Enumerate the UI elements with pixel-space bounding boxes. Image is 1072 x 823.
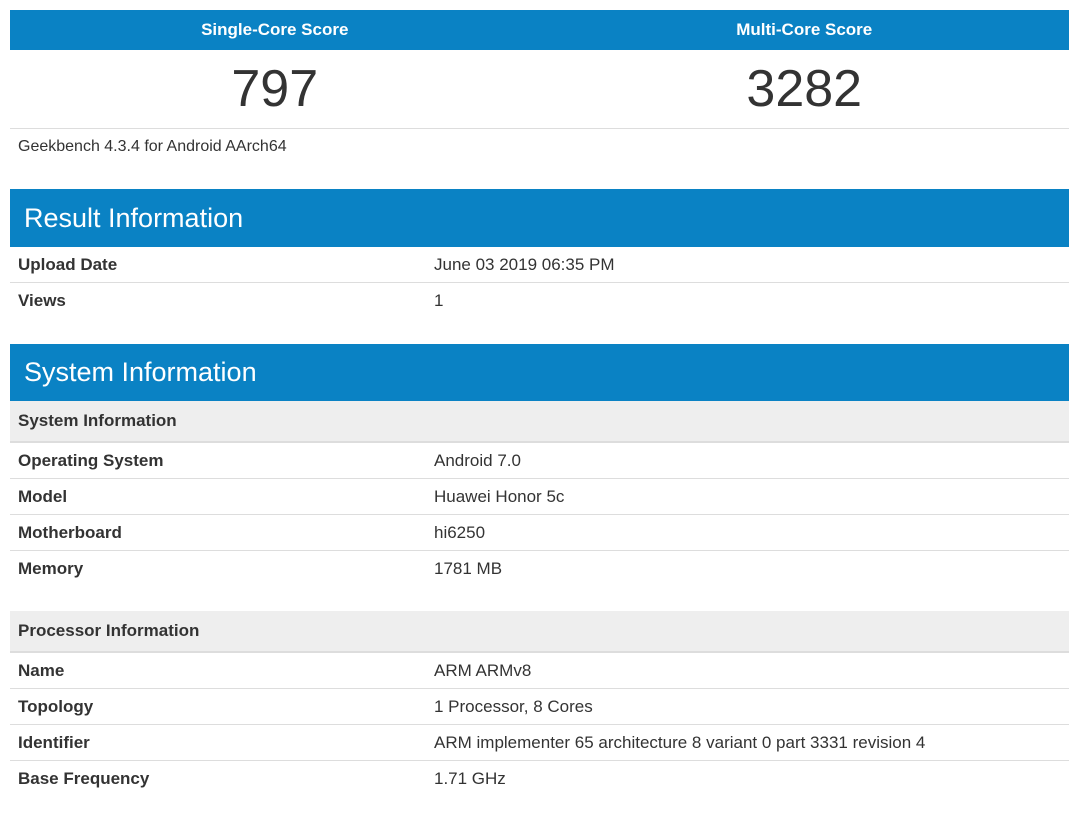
table-row: Name ARM ARMv8 [10, 653, 1069, 689]
table-row: Operating System Android 7.0 [10, 443, 1069, 479]
row-key: Memory [18, 558, 84, 578]
multi-core-score-label: Multi-Core Score [736, 20, 873, 39]
row-value: Android 7.0 [434, 450, 521, 470]
row-key: Base Frequency [18, 768, 150, 788]
table-row: Topology 1 Processor, 8 Cores [10, 689, 1069, 725]
row-value: ARM implementer 65 architecture 8 varian… [434, 732, 926, 752]
processor-information-section: Processor Information Name ARM ARMv8 Top… [10, 611, 1069, 796]
multi-core-score-value: 3282 [746, 60, 863, 118]
row-key: Identifier [18, 732, 90, 752]
benchmark-version: Geekbench 4.3.4 for Android AArch64 [18, 138, 287, 155]
row-value: Huawei Honor 5c [434, 486, 565, 506]
table-row: Identifier ARM implementer 65 architectu… [10, 725, 1069, 761]
table-row: Views 1 [10, 283, 1069, 318]
row-value: 1781 MB [434, 558, 503, 578]
row-value: 1 [434, 290, 444, 310]
result-information-section: Result Information Upload Date June 03 2… [10, 189, 1069, 318]
system-information-subheader: System Information [10, 401, 1069, 443]
row-key: Views [18, 290, 66, 310]
table-row: Model Huawei Honor 5c [10, 479, 1069, 515]
row-key: Operating System [18, 450, 164, 470]
table-row: Motherboard hi6250 [10, 515, 1069, 551]
single-core-score-value: 797 [231, 60, 319, 118]
row-value: hi6250 [434, 522, 486, 542]
system-information-title: System Information [10, 344, 1069, 401]
result-information-title: Result Information [10, 189, 1069, 247]
single-core-score-label: Single-Core Score [201, 20, 349, 39]
table-row: Memory 1781 MB [10, 551, 1069, 586]
row-key: Model [18, 486, 68, 506]
system-information-section: System Information System Information Op… [10, 344, 1069, 586]
row-key: Motherboard [18, 522, 122, 542]
processor-information-subheader: Processor Information [10, 611, 1069, 653]
row-value: 1 Processor, 8 Cores [434, 696, 593, 716]
row-key: Topology [18, 696, 94, 716]
score-header-row: Single-Core Score Multi-Core Score [10, 10, 1069, 50]
score-values-row: 797 3282 [10, 50, 1069, 129]
geekbench-result-page: Single-Core Score Multi-Core Score 797 3… [0, 0, 1072, 823]
table-row: Base Frequency 1.71 GHz [10, 761, 1069, 796]
row-value: June 03 2019 06:35 PM [434, 254, 615, 274]
row-key: Upload Date [18, 254, 118, 274]
table-row: Upload Date June 03 2019 06:35 PM [10, 247, 1069, 283]
row-key: Name [18, 660, 65, 680]
row-value: ARM ARMv8 [434, 660, 532, 680]
row-value: 1.71 GHz [434, 768, 506, 788]
score-table: Single-Core Score Multi-Core Score 797 3… [10, 10, 1069, 165]
